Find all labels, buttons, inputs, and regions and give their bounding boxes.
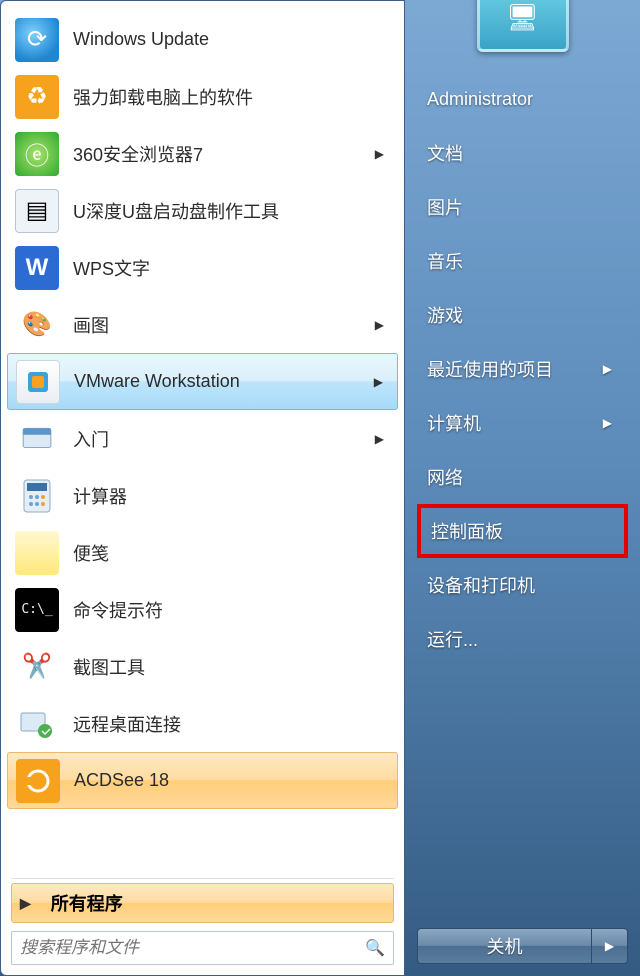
program-remote-desktop[interactable]: 远程桌面连接 [7, 695, 398, 752]
chevron-right-icon: ▶ [374, 375, 389, 389]
right-item-recent[interactable]: 最近使用的项目 ▶ [417, 342, 628, 396]
acdsee-icon [16, 759, 60, 803]
program-label: 远程桌面连接 [73, 711, 390, 737]
usb-boot-icon: ▤ [15, 189, 59, 233]
program-label: 截图工具 [73, 654, 390, 680]
program-label: 计算器 [73, 483, 390, 509]
program-paint[interactable]: 🎨 画图 ▶ [7, 296, 398, 353]
divider [11, 878, 394, 879]
program-calculator[interactable]: 计算器 [7, 467, 398, 524]
program-label: Windows Update [73, 29, 390, 50]
right-item-label: 控制面板 [431, 518, 503, 544]
browser-360-icon: ⓔ [15, 132, 59, 176]
right-item-label: Administrator [427, 89, 533, 110]
program-snipping-tool[interactable]: ✂️ 截图工具 [7, 638, 398, 695]
program-label: 强力卸载电脑上的软件 [73, 84, 390, 110]
search-input[interactable] [20, 938, 365, 958]
right-item-network[interactable]: 网络 [417, 450, 628, 504]
right-item-label: 文档 [427, 140, 463, 166]
shutdown-row: 关机 ▶ [417, 928, 628, 968]
right-item-documents[interactable]: 文档 [417, 126, 628, 180]
getting-started-icon [15, 417, 59, 461]
right-item-pictures[interactable]: 图片 [417, 180, 628, 234]
start-menu: ⟳ Windows Update ♻ 强力卸载电脑上的软件 ⓔ 360安全浏览器… [0, 0, 640, 976]
right-item-label: 音乐 [427, 248, 463, 274]
all-programs[interactable]: ▶ 所有程序 [11, 883, 394, 923]
chevron-right-icon: ▶ [375, 318, 390, 332]
windows-update-icon: ⟳ [15, 18, 59, 62]
right-item-label: 游戏 [427, 302, 463, 328]
right-item-devices-printers[interactable]: 设备和打印机 [417, 558, 628, 612]
user-picture[interactable]: 🖥 [477, 0, 569, 52]
program-label: 画图 [73, 312, 375, 338]
right-item-label: 计算机 [427, 410, 481, 436]
right-item-label: 网络 [427, 464, 463, 490]
shutdown-options-button[interactable]: ▶ [592, 928, 628, 964]
program-label: VMware Workstation [74, 371, 374, 392]
chevron-right-icon: ▶ [603, 416, 618, 430]
program-label: 360安全浏览器7 [73, 141, 375, 167]
search-icon[interactable]: 🔍 [365, 938, 385, 958]
shutdown-label: 关机 [487, 933, 523, 959]
left-pane: ⟳ Windows Update ♻ 强力卸载电脑上的软件 ⓔ 360安全浏览器… [0, 0, 405, 976]
program-windows-update[interactable]: ⟳ Windows Update [7, 11, 398, 68]
cmd-icon: C:\_ [15, 588, 59, 632]
right-item-computer[interactable]: 计算机 ▶ [417, 396, 628, 450]
program-wps[interactable]: W WPS文字 [7, 239, 398, 296]
program-list: ⟳ Windows Update ♻ 强力卸载电脑上的软件 ⓔ 360安全浏览器… [1, 7, 404, 876]
chevron-right-icon: ▶ [375, 147, 390, 161]
vmware-icon [16, 360, 60, 404]
all-programs-label: 所有程序 [51, 890, 123, 916]
program-label: ACDSee 18 [74, 770, 389, 791]
program-uninstall[interactable]: ♻ 强力卸载电脑上的软件 [7, 68, 398, 125]
sticky-notes-icon [15, 531, 59, 575]
right-item-label: 最近使用的项目 [427, 356, 553, 382]
chevron-right-icon: ▶ [375, 432, 390, 446]
paint-icon: 🎨 [15, 303, 59, 347]
program-label: 命令提示符 [73, 597, 390, 623]
scissors-icon: ✂️ [15, 645, 59, 689]
program-acdsee[interactable]: ACDSee 18 [7, 752, 398, 809]
program-label: WPS文字 [73, 255, 390, 281]
program-vmware[interactable]: VMware Workstation ▶ [7, 353, 398, 410]
right-item-games[interactable]: 游戏 [417, 288, 628, 342]
shutdown-button[interactable]: 关机 [417, 928, 592, 964]
wps-icon: W [15, 246, 59, 290]
right-item-music[interactable]: 音乐 [417, 234, 628, 288]
right-item-user[interactable]: Administrator [417, 72, 628, 126]
program-getting-started[interactable]: 入门 ▶ [7, 410, 398, 467]
program-usb-boot[interactable]: ▤ U深度U盘启动盘制作工具 [7, 182, 398, 239]
program-label: 入门 [73, 426, 375, 452]
chevron-right-icon: ▶ [20, 895, 37, 912]
right-item-label: 图片 [427, 194, 463, 220]
right-item-label: 运行... [427, 626, 478, 652]
rdp-icon [15, 702, 59, 746]
program-cmd[interactable]: C:\_ 命令提示符 [7, 581, 398, 638]
uninstall-icon: ♻ [15, 75, 59, 119]
right-item-control-panel[interactable]: 控制面板 [417, 504, 628, 558]
calculator-icon [15, 474, 59, 518]
program-360-browser[interactable]: ⓔ 360安全浏览器7 ▶ [7, 125, 398, 182]
right-item-run[interactable]: 运行... [417, 612, 628, 666]
right-item-label: 设备和打印机 [427, 572, 535, 598]
right-pane: 🖥 Administrator 文档 图片 音乐 游戏 最近使用的项目 ▶ 计算… [405, 0, 640, 976]
program-sticky-notes[interactable]: 便笺 [7, 524, 398, 581]
program-label: 便笺 [73, 540, 390, 566]
program-label: U深度U盘启动盘制作工具 [73, 198, 390, 224]
chevron-right-icon: ▶ [603, 362, 618, 376]
search-box[interactable]: 🔍 [11, 931, 394, 965]
